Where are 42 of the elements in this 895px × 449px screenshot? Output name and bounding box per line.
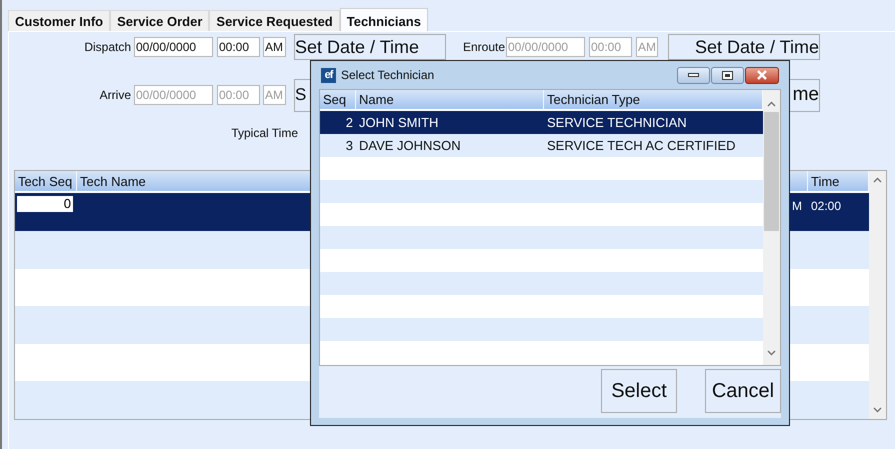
table-cell-text: 3 xyxy=(344,138,354,153)
table-cell-text: SERVICE TECHNICIAN xyxy=(546,115,688,130)
minimize-icon xyxy=(688,73,699,77)
table-cell-text: SERVICE TECH AC CERTIFIED xyxy=(546,138,737,153)
set-date-time-button[interactable]: Set Date / Time xyxy=(294,34,446,60)
column-header[interactable]: Name xyxy=(356,90,544,109)
table-cell-text: 2 xyxy=(344,115,354,130)
column-header[interactable]: Seq xyxy=(320,90,356,109)
maximize-icon xyxy=(722,70,733,80)
time-field[interactable]: 00:00 xyxy=(217,37,260,57)
field-label: Enroute xyxy=(462,40,506,54)
date-field[interactable]: 00/00/0000 xyxy=(134,37,213,57)
list-row[interactable]: 3 DAVE JOHNSON SERVICE TECH AC CERTIFIED xyxy=(320,134,763,157)
scrollbar[interactable] xyxy=(763,90,780,365)
scroll-down-icon[interactable] xyxy=(873,407,882,413)
close-button[interactable] xyxy=(745,66,779,84)
close-icon xyxy=(756,70,768,80)
scroll-down-icon[interactable] xyxy=(767,350,776,356)
column-header[interactable]: Tech Seq xyxy=(15,171,77,192)
table-cell-text: JOHN SMITH xyxy=(358,115,440,130)
scroll-up-icon[interactable] xyxy=(873,177,882,183)
scroll-up-icon[interactable] xyxy=(767,101,776,107)
table-cell-text: 02:00 xyxy=(810,198,842,214)
tab[interactable]: Service Order xyxy=(110,10,210,31)
ampm-field[interactable]: AM xyxy=(263,37,286,57)
tab[interactable]: Customer Info xyxy=(8,10,110,31)
app-logo: ef xyxy=(321,68,336,82)
scrollbar[interactable] xyxy=(869,171,886,419)
field-label: Typical Time xyxy=(230,125,298,142)
minimize-button[interactable] xyxy=(677,66,710,84)
table-cell-text: DAVE JOHNSON xyxy=(358,138,462,153)
dialog-button[interactable]: Cancel xyxy=(705,369,781,413)
tab[interactable]: Service Requested xyxy=(209,10,340,31)
maximize-button[interactable] xyxy=(711,66,744,84)
window-title: Select Technician xyxy=(341,68,436,82)
dialog-button[interactable]: Select xyxy=(601,369,677,413)
list-row[interactable]: 2 JOHN SMITH SERVICE TECHNICIAN xyxy=(320,111,763,134)
table-cell-text: M xyxy=(791,198,803,214)
field-label: Dispatch xyxy=(83,40,132,54)
field-label: Arrive xyxy=(98,88,132,102)
seq-input[interactable]: 0 xyxy=(17,196,73,212)
tab[interactable]: Technicians xyxy=(340,8,428,31)
